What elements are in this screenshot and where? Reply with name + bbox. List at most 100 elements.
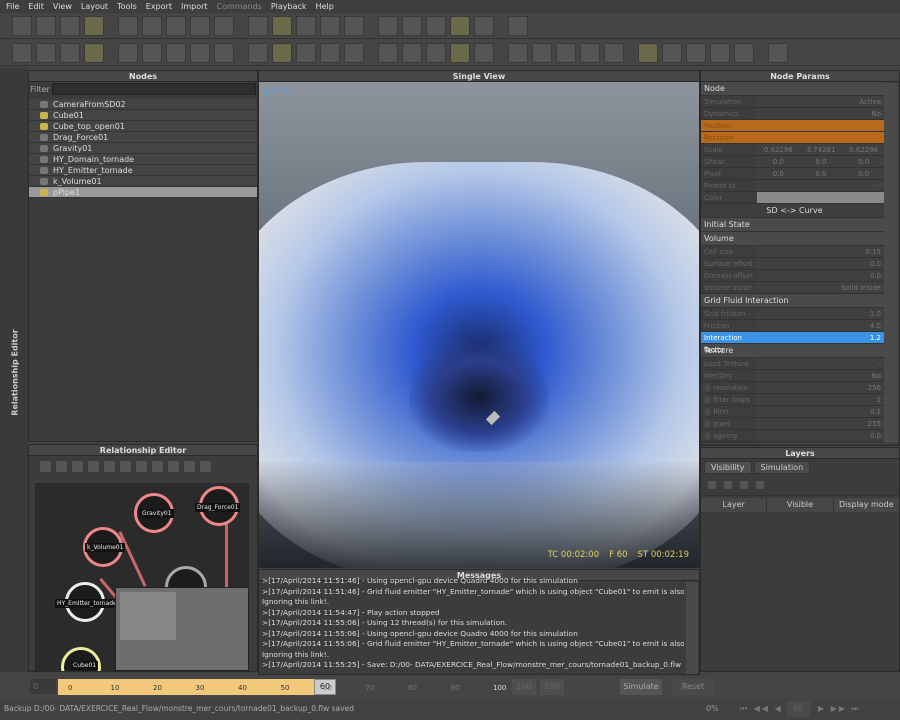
param-value[interactable]: 0.0 [757, 430, 885, 441]
toolbar-button-icon[interactable] [662, 42, 682, 63]
menu-export[interactable]: Export [146, 2, 172, 11]
param-value[interactable]: Solid inside [757, 282, 885, 293]
column-display-mode[interactable]: Display mode [833, 498, 899, 512]
reset-button[interactable]: Reset [672, 679, 714, 695]
node-item[interactable]: Cube_top_open01 [29, 121, 257, 132]
param-row[interactable]: Grid friction 1.0 [701, 308, 885, 320]
node-item[interactable]: k_Volume01 [29, 176, 257, 187]
param-value[interactable]: 0.0 [757, 258, 885, 269]
3d-viewport[interactable]: persp TC 00:02:00 F 60 ST 00:02:19 [259, 82, 699, 568]
params-scrollbar[interactable] [884, 83, 898, 443]
toolbar-button-icon[interactable] [344, 42, 364, 63]
param-value[interactable]: 255 [757, 418, 885, 429]
node-item[interactable]: CameraFromSD02 [29, 99, 257, 110]
menu-edit[interactable]: Edit [28, 2, 44, 11]
toolbar-button-icon[interactable] [450, 15, 470, 36]
relationship-tool-icon[interactable] [39, 460, 52, 473]
toolbar-button-icon[interactable] [532, 42, 552, 63]
toolbar-button-icon[interactable] [118, 42, 138, 63]
toolbar-button-icon[interactable] [272, 15, 292, 36]
param-row[interactable]: @ ageing 0.0 [701, 430, 885, 442]
node-item[interactable]: pPipe1 [29, 187, 257, 198]
node-item[interactable]: HY_Emitter_tornade [29, 165, 257, 176]
messages-scrollbar[interactable] [686, 582, 698, 674]
toolbar-button-icon[interactable] [580, 42, 600, 63]
toolbar-button-icon[interactable] [768, 42, 788, 63]
filter-input[interactable] [52, 83, 256, 95]
node-item[interactable]: Drag_Force01 [29, 132, 257, 143]
frame-field[interactable]: 60 [786, 701, 810, 717]
param-row[interactable]: Interaction factor 1.2 [701, 332, 885, 354]
toolbar-button-icon[interactable] [508, 42, 528, 63]
toolbar-button-icon[interactable] [378, 42, 398, 63]
param-value[interactable]: 256 [757, 382, 885, 393]
menu-import[interactable]: Import [181, 2, 208, 11]
param-row[interactable]: Rotation [701, 132, 885, 144]
param-value[interactable]: 1 [757, 394, 885, 405]
toolbar-button-icon[interactable] [248, 15, 268, 36]
menu-playback[interactable]: Playback [271, 2, 307, 11]
layer-move-down-icon[interactable] [755, 479, 765, 490]
relationship-tool-icon[interactable] [183, 460, 196, 473]
toolbar-button-icon[interactable] [638, 42, 658, 63]
toolbar-button-icon[interactable] [190, 15, 210, 36]
toolbar-button-icon[interactable] [508, 15, 528, 36]
param-row[interactable]: Domain offset 0.0 [701, 270, 885, 282]
menu-file[interactable]: File [6, 2, 19, 11]
param-value[interactable]: Active [757, 96, 885, 107]
param-value[interactable]: 1.2 [757, 332, 885, 343]
toolbar-button-icon[interactable] [474, 15, 494, 36]
toolbar-button-icon[interactable] [426, 15, 446, 36]
toolbar-button-icon[interactable] [214, 42, 234, 63]
toolbar-button-icon[interactable] [296, 15, 316, 36]
menu-layout[interactable]: Layout [81, 2, 108, 11]
toolbar-button-icon[interactable] [166, 15, 186, 36]
node-item[interactable]: Gravity01 [29, 143, 257, 154]
param-row[interactable]: @ pixel strength 255 [701, 418, 885, 440]
toolbar-button-icon[interactable] [734, 42, 754, 63]
sd-curve-button[interactable]: SD <-> Curve [701, 204, 885, 218]
param-row[interactable]: Position [701, 120, 885, 132]
max-frame-field[interactable]: 100 [540, 679, 564, 695]
param-row[interactable]: Color [701, 192, 885, 204]
param-row[interactable]: @ resolution 256 [701, 382, 885, 394]
relationship-tool-icon[interactable] [119, 460, 132, 473]
param-value[interactable] [757, 120, 885, 131]
relationship-tool-icon[interactable] [199, 460, 212, 473]
column-visible[interactable]: Visible [767, 498, 834, 512]
param-value[interactable]: 0.0 0.0 0.0 [757, 156, 885, 167]
param-row[interactable]: Surface offset 0.0 [701, 258, 885, 270]
playback-controls[interactable]: ⏮ ◀◀ ◀ [740, 704, 783, 714]
toolbar-button-icon[interactable] [12, 42, 32, 63]
toolbar-button-icon[interactable] [118, 15, 138, 36]
param-row[interactable]: Volume mode Solid inside [701, 282, 885, 294]
param-value[interactable] [757, 132, 885, 143]
param-value[interactable]: 0.15 [757, 246, 885, 257]
param-row[interactable]: Friction bandwidth 4.0 [701, 320, 885, 342]
toolbar-button-icon[interactable] [166, 42, 186, 63]
toolbar-button-icon[interactable] [686, 42, 706, 63]
menu-tools[interactable]: Tools [117, 2, 137, 11]
param-row[interactable]: @ filter loops # 1 [701, 394, 885, 416]
section-volume_section[interactable]: Volume [701, 232, 885, 246]
param-row[interactable]: Load Texture - [701, 358, 885, 370]
toolbar-button-icon[interactable] [272, 42, 292, 63]
toolbar-button-icon[interactable] [320, 42, 340, 63]
relationship-tool-icon[interactable] [151, 460, 164, 473]
start-frame-field[interactable]: 0 [30, 679, 56, 694]
toolbar-button-icon[interactable] [12, 15, 32, 36]
messages-log[interactable]: >[17/April/2014 11:51:46] - Using opencl… [259, 576, 684, 669]
toolbar-button-icon[interactable] [190, 42, 210, 63]
toolbar-button-icon[interactable] [60, 15, 80, 36]
toolbar-button-icon[interactable] [344, 15, 364, 36]
toolbar-button-icon[interactable] [426, 42, 446, 63]
section-texture_section[interactable]: Texture [701, 344, 885, 358]
param-row[interactable]: Cell size 0.15 [701, 246, 885, 258]
playback-forward-controls[interactable]: ▶ ▶▶ ⏭ [818, 704, 861, 714]
tab-visibility[interactable]: Visibility [704, 461, 752, 474]
toolbar-button-icon[interactable] [84, 42, 104, 63]
toolbar-button-icon[interactable] [474, 42, 494, 63]
param-value[interactable]: No [757, 370, 885, 381]
relationship-tool-icon[interactable] [135, 460, 148, 473]
param-value[interactable]: - [757, 358, 885, 369]
